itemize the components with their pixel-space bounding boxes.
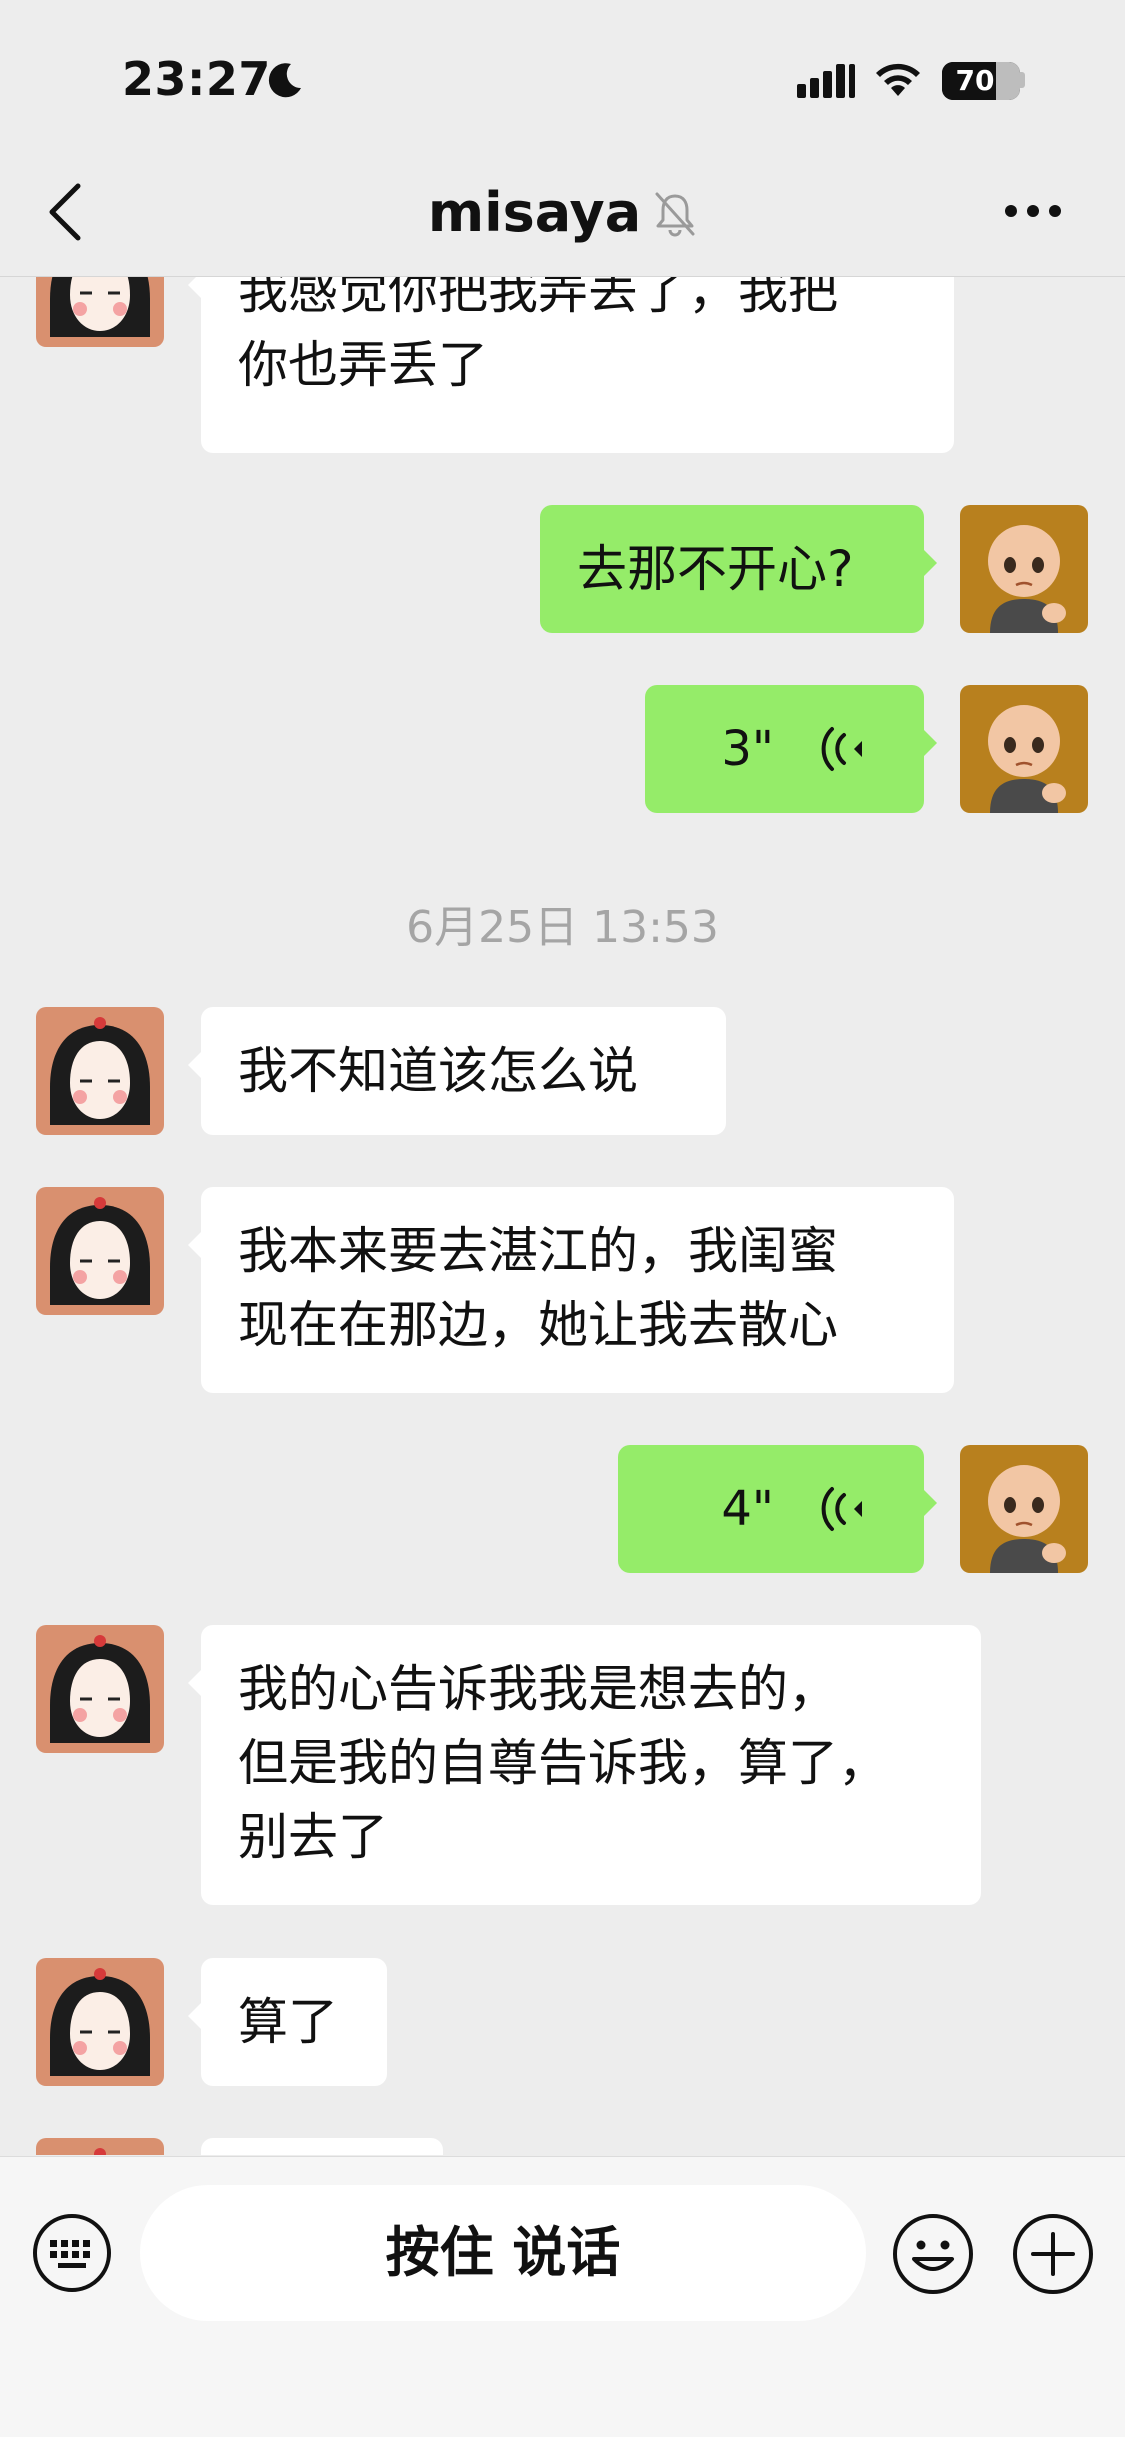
incoming-message[interactable]: 我本来要去湛江的，我闺蜜 现在在那边，她让我去散心: [188, 1187, 954, 1393]
message-line: 去那不开心?: [577, 540, 854, 598]
my-avatar[interactable]: [960, 1445, 1088, 1573]
contact-avatar[interactable]: [36, 1007, 164, 1135]
incoming-message[interactable]: 我感觉你把我弄丢了，我把 你也弄丢了: [188, 277, 954, 453]
contact-avatar[interactable]: [36, 1958, 164, 2086]
status-time: 23:27: [122, 52, 271, 106]
battery-icon: 70: [942, 62, 1020, 100]
my-avatar[interactable]: [960, 505, 1088, 633]
voice-wave-icon: [821, 1487, 862, 1531]
muted-bell-icon: [655, 192, 695, 237]
wifi-icon: [876, 63, 920, 96]
contact-avatar[interactable]: [36, 277, 164, 347]
signal-icon: [797, 64, 859, 98]
status-bar: 23:27 70: [0, 0, 1125, 150]
battery-level: 70: [955, 64, 995, 97]
message-line: 我的心告诉我我是想去的，: [238, 1660, 838, 1718]
my-avatar[interactable]: [960, 685, 1088, 813]
incoming-message[interactable]: 我不知道该怎么说: [188, 1007, 726, 1135]
moon-icon: [268, 63, 301, 98]
emoji-icon[interactable]: [892, 2213, 974, 2295]
message-line: 算了: [238, 1993, 338, 2051]
incoming-message-partial[interactable]: [201, 2138, 443, 2155]
incoming-message[interactable]: 算了: [188, 1958, 387, 2086]
incoming-message[interactable]: 我的心告诉我我是想去的， 但是我的自尊告诉我，算了， 别去了: [188, 1625, 981, 1905]
message-line: 别去了: [238, 1808, 388, 1866]
outgoing-voice-message[interactable]: 3": [645, 685, 937, 813]
voice-duration: 4": [721, 1481, 774, 1537]
message-line: 你也弄丢了: [238, 336, 488, 394]
more-dots-icon[interactable]: [1005, 202, 1071, 221]
chat-title: misaya: [427, 181, 642, 244]
voice-wave-icon: [821, 727, 862, 771]
message-line: 但是我的自尊告诉我，算了，: [238, 1734, 888, 1792]
contact-avatar[interactable]: [36, 1625, 164, 1753]
message-line: 我本来要去湛江的，我闺蜜: [238, 1222, 838, 1280]
message-list[interactable]: 我感觉你把我弄丢了，我把 你也弄丢了 去那不开心? 3" 6月25日 13:53: [0, 277, 1125, 2155]
message-line: 我不知道该怎么说: [238, 1042, 638, 1100]
contact-avatar[interactable]: [36, 2138, 164, 2155]
chat-input-bar: 按住 说话: [0, 2156, 1125, 2437]
message-line: 我感觉你把我弄丢了，我把: [238, 277, 838, 320]
message-timestamp: 6月25日 13:53: [406, 902, 719, 953]
contact-avatar[interactable]: [36, 1187, 164, 1315]
plus-icon[interactable]: [1012, 2213, 1094, 2295]
message-line: 现在在那边，她让我去散心: [238, 1296, 838, 1354]
outgoing-message[interactable]: 去那不开心?: [540, 505, 937, 633]
voice-duration: 3": [721, 721, 774, 777]
chat-header: misaya: [0, 150, 1125, 277]
hold-to-talk-button[interactable]: 按住 说话: [140, 2185, 866, 2321]
keyboard-icon[interactable]: [32, 2213, 112, 2293]
outgoing-voice-message[interactable]: 4": [618, 1445, 937, 1573]
